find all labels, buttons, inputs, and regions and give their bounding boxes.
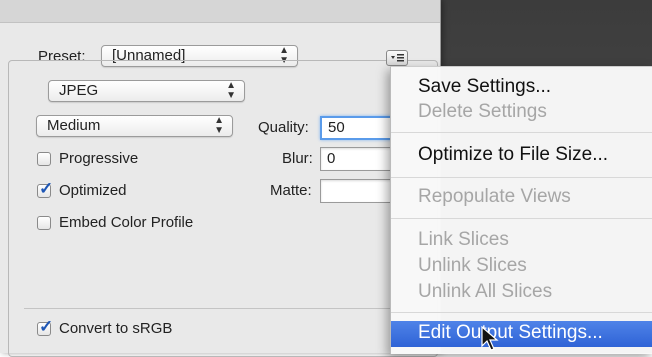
quality-preset-dropdown[interactable]: Medium ▲ ▼ — [36, 115, 233, 137]
panel-context-menu: Save Settings... Delete Settings Optimiz… — [390, 66, 652, 354]
menu-item-edit-output-settings[interactable]: Edit Output Settings... — [391, 321, 652, 347]
blur-field[interactable]: 0 — [320, 147, 392, 171]
settings-group — [8, 60, 438, 357]
menu-separator — [391, 177, 652, 178]
progressive-label: Progressive — [59, 150, 139, 167]
up-down-arrows-icon: ▲ ▼ — [214, 115, 224, 136]
settings-panel: Preset: [Unnamed] ▲ ▼ JPEG ▲ ▼ Medium ▲ ▼ Q… — [0, 0, 441, 357]
embed-color-profile-checkbox[interactable] — [37, 216, 51, 230]
panel-menu-button[interactable] — [386, 50, 408, 66]
arrow-cursor-icon — [481, 326, 499, 351]
menu-item-delete-settings[interactable]: Delete Settings — [418, 101, 547, 123]
format-value: JPEG — [59, 82, 99, 99]
optimized-label: Optimized — [59, 182, 127, 199]
menu-item-edit-output-settings-label: Edit Output Settings... — [418, 322, 603, 343]
quality-preset-value: Medium — [47, 117, 101, 134]
menu-separator — [391, 218, 652, 219]
checkmark-icon: ✓ — [39, 317, 54, 336]
checkmark-icon: ✓ — [39, 179, 54, 198]
blur-label: Blur: — [282, 150, 313, 167]
matte-field[interactable] — [320, 179, 392, 203]
convert-srgb-label: Convert to sRGB — [59, 320, 173, 337]
menu-item-unlink-slices[interactable]: Unlink Slices — [418, 255, 527, 277]
menu-item-link-slices[interactable]: Link Slices — [418, 229, 509, 251]
format-dropdown[interactable]: JPEG ▲ ▼ — [48, 80, 245, 102]
quality-label: Quality: — [258, 119, 309, 136]
menu-item-save-settings[interactable]: Save Settings... — [418, 76, 551, 98]
convert-srgb-checkbox[interactable]: ✓ — [37, 317, 53, 336]
menu-separator — [391, 312, 652, 313]
menu-item-repopulate-views[interactable]: Repopulate Views — [418, 186, 571, 208]
embed-color-profile-label: Embed Color Profile — [59, 214, 194, 231]
menu-item-unlink-all-slices[interactable]: Unlink All Slices — [418, 281, 552, 303]
list-menu-icon — [391, 54, 404, 62]
panel-top-strip — [0, 0, 440, 23]
menu-item-optimize-file-size[interactable]: Optimize to File Size... — [418, 144, 608, 166]
quality-field[interactable]: 50 — [320, 116, 392, 140]
matte-label: Matte: — [270, 182, 312, 199]
section-divider — [24, 308, 390, 309]
up-down-arrows-icon: ▲ ▼ — [226, 80, 236, 101]
menu-separator — [391, 132, 652, 133]
optimized-checkbox[interactable]: ✓ — [37, 179, 53, 198]
progressive-checkbox[interactable] — [37, 152, 51, 166]
